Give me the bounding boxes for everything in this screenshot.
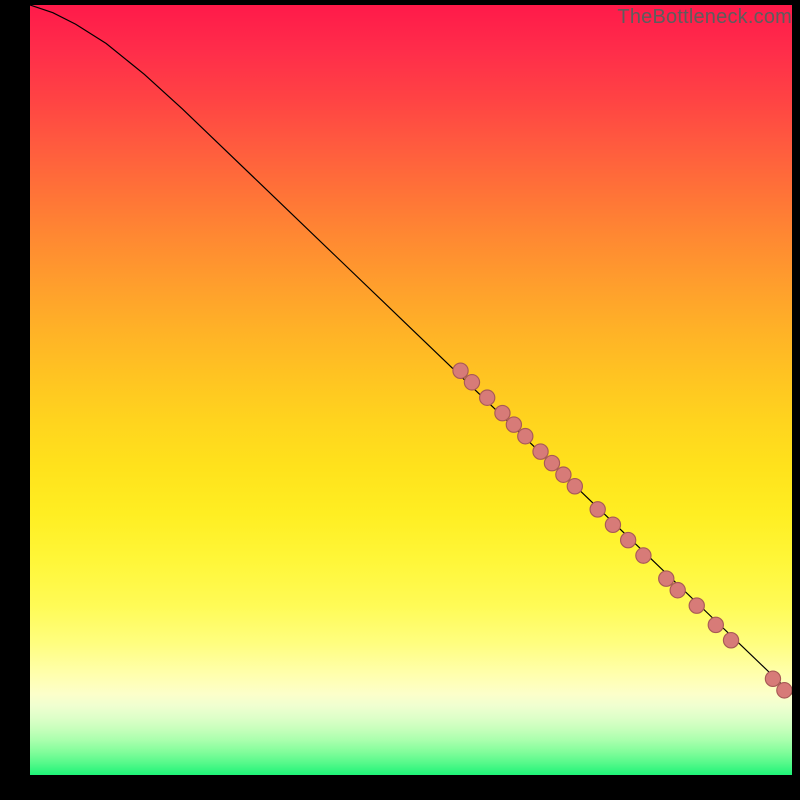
data-point	[636, 548, 651, 563]
data-point	[723, 633, 738, 648]
data-point	[567, 479, 582, 494]
data-point	[453, 363, 468, 378]
data-point	[480, 390, 495, 405]
data-point	[464, 375, 479, 390]
data-point	[544, 455, 559, 470]
plot-area	[30, 5, 792, 775]
data-points-group	[453, 363, 792, 698]
data-point	[689, 598, 704, 613]
data-point	[605, 517, 620, 532]
bottom-frame	[30, 775, 792, 800]
data-point	[518, 429, 533, 444]
data-point	[659, 571, 674, 586]
data-point	[621, 532, 636, 547]
curve-svg	[30, 5, 792, 775]
attribution-text: TheBottleneck.com	[617, 6, 792, 29]
data-point	[495, 405, 510, 420]
data-point	[556, 467, 571, 482]
data-point	[506, 417, 521, 432]
data-point	[670, 583, 685, 598]
data-point	[708, 617, 723, 632]
data-point	[533, 444, 548, 459]
chart-stage: TheBottleneck.com	[0, 0, 800, 800]
data-point	[590, 502, 605, 517]
data-point	[765, 671, 780, 686]
data-point	[777, 683, 792, 698]
